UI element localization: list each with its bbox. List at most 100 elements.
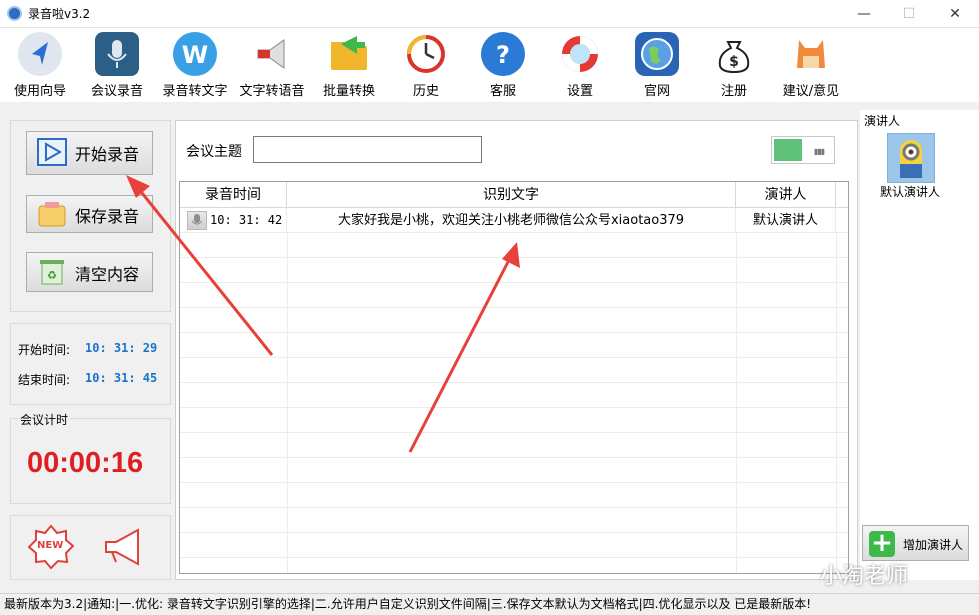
start-recording-label: 开始录音 <box>75 145 140 164</box>
mode-toggle-switch[interactable]: ▮▮▮ <box>771 136 835 164</box>
row-speaker: 默认演讲人 <box>736 208 836 233</box>
table-row <box>180 308 848 333</box>
maximize-button[interactable]: ☐ <box>886 0 932 28</box>
navigation-arrow-icon <box>18 32 62 76</box>
toolbar-label: 历史 <box>412 84 439 99</box>
table-row <box>180 383 848 408</box>
table-row <box>180 358 848 383</box>
toolbar-register[interactable]: $ 注册 <box>694 30 774 100</box>
toolbar-settings[interactable]: 设置 <box>540 30 620 100</box>
end-time-label: 结束时间: <box>18 373 71 387</box>
play-icon <box>36 138 68 166</box>
table-row <box>180 533 848 558</box>
money-bag-icon: $ <box>712 32 756 76</box>
start-time-value: 10: 31: 29 <box>85 341 158 355</box>
svg-text:?: ? <box>496 41 510 69</box>
toolbar-label: 建议/意见 <box>782 84 840 99</box>
save-recording-label: 保存录音 <box>75 207 140 226</box>
column-header-time[interactable]: 录音时间 <box>180 182 287 208</box>
toolbar-support[interactable]: ? 客服 <box>463 30 543 100</box>
toolbar-feedback[interactable]: 建议/意见 <box>771 30 851 100</box>
main-toolbar: 使用向导 会议录音 W 录音转文字 文字转语音 批量转换 历史 ? 客服 设置 … <box>0 28 979 102</box>
table-row <box>180 233 848 258</box>
word-w-icon: W <box>173 32 217 76</box>
help-question-icon: ? <box>481 32 525 76</box>
toggle-grip-icon: ▮▮▮ <box>814 147 825 156</box>
column-divider <box>287 233 288 573</box>
add-speaker-label: 增加演讲人 <box>903 538 964 552</box>
minimize-button[interactable]: — <box>841 0 887 28</box>
status-bar-text: 最新版本为3.2|通知:|一.优化: 录音转文字识别引擎的选择|二.允许用户自定… <box>4 597 812 611</box>
clear-content-label: 清空内容 <box>75 265 140 284</box>
column-header-text[interactable]: 识别文字 <box>287 182 736 208</box>
default-speaker-name[interactable]: 默认演讲人 <box>880 183 940 200</box>
speaker-panel-title: 演讲人 <box>864 114 901 128</box>
table-row <box>180 283 848 308</box>
toolbar-website[interactable]: 官网 <box>617 30 697 100</box>
table-row <box>180 408 848 433</box>
plus-icon: + <box>869 530 895 557</box>
start-time-label: 开始时间: <box>18 343 71 357</box>
clear-content-button[interactable]: ♻ 清空内容 <box>26 252 153 292</box>
watermark-text: 小淘老师 <box>820 564 909 589</box>
toolbar-label: 注册 <box>720 84 747 99</box>
table-row <box>180 258 848 283</box>
toolbar-batch-convert[interactable]: 批量转换 <box>309 30 389 100</box>
save-recording-button[interactable]: 保存录音 <box>26 195 153 233</box>
meeting-timer-value: 00:00:16 <box>27 447 144 479</box>
svg-text:W: W <box>182 41 208 69</box>
toolbar-label: 官网 <box>643 84 670 99</box>
meeting-topic-label: 会议主题 <box>186 144 242 160</box>
toolbar-speech-to-text[interactable]: W 录音转文字 <box>155 30 235 100</box>
microphone-icon <box>95 32 139 76</box>
title-bar: 录音啦v3.2 — ☐ ✕ <box>0 0 979 28</box>
new-badge-text: NEW <box>37 540 64 551</box>
svg-text:$: $ <box>729 54 739 70</box>
play-audio-button[interactable] <box>187 211 207 230</box>
toolbar-label: 客服 <box>489 84 516 99</box>
status-bar: 最新版本为3.2|通知:|一.优化: 录音转文字识别引擎的选择|二.允许用户自定… <box>0 593 979 615</box>
column-divider <box>836 233 837 573</box>
row-text: 大家好我是小桃，欢迎关注小桃老师微信公众号xiaotao379 <box>287 208 736 233</box>
table-header: 录音时间 识别文字 演讲人 <box>180 182 848 208</box>
toolbar-label: 使用向导 <box>13 84 66 99</box>
new-badge-icon[interactable]: NEW <box>27 524 75 570</box>
megaphone-icon <box>250 32 294 76</box>
column-header-speaker[interactable]: 演讲人 <box>736 182 836 208</box>
cat-feedback-icon <box>789 32 833 76</box>
recycle-bin-icon: ♻ <box>36 258 68 286</box>
window-title: 录音啦v3.2 <box>28 7 91 21</box>
folder-arrow-icon <box>327 32 371 76</box>
toolbar-history[interactable]: 历史 <box>386 30 466 100</box>
table-row <box>180 483 848 508</box>
speaker-avatar[interactable] <box>887 133 935 183</box>
toolbar-text-to-speech[interactable]: 文字转语音 <box>232 30 312 100</box>
table-row <box>180 458 848 483</box>
toolbar-label: 会议录音 <box>90 84 143 99</box>
toolbar-label: 文字转语音 <box>239 84 305 99</box>
toolbar-guide[interactable]: 使用向导 <box>0 30 80 100</box>
save-bag-icon <box>36 200 68 228</box>
globe-icon <box>635 32 679 76</box>
lifebuoy-settings-icon <box>558 32 602 76</box>
table-row[interactable]: 10: 31: 42 大家好我是小桃，欢迎关注小桃老师微信公众号xiaotao3… <box>180 208 848 233</box>
transcript-table: 录音时间 识别文字 演讲人 10: 31: 42 大家好我是小桃，欢迎关注小桃老… <box>179 181 849 574</box>
table-row <box>180 433 848 458</box>
table-row <box>180 508 848 533</box>
meeting-timer-label: 会议计时 <box>18 411 71 428</box>
toolbar-label: 录音转文字 <box>162 84 228 99</box>
svg-text:♻: ♻ <box>47 269 57 282</box>
history-clock-icon <box>404 32 448 76</box>
close-button[interactable]: ✕ <box>932 0 978 28</box>
announcement-megaphone-icon[interactable] <box>100 526 146 568</box>
end-time-value: 10: 31: 45 <box>85 371 158 385</box>
meeting-topic-input[interactable] <box>253 136 482 163</box>
table-row <box>180 333 848 358</box>
add-speaker-button[interactable]: + 增加演讲人 <box>862 525 969 561</box>
column-divider <box>736 233 737 573</box>
time-info-panel <box>10 323 171 405</box>
toolbar-label: 设置 <box>566 84 593 99</box>
toolbar-label: 批量转换 <box>322 84 375 99</box>
toolbar-meeting-record[interactable]: 会议录音 <box>77 30 157 100</box>
start-recording-button[interactable]: 开始录音 <box>26 131 153 175</box>
